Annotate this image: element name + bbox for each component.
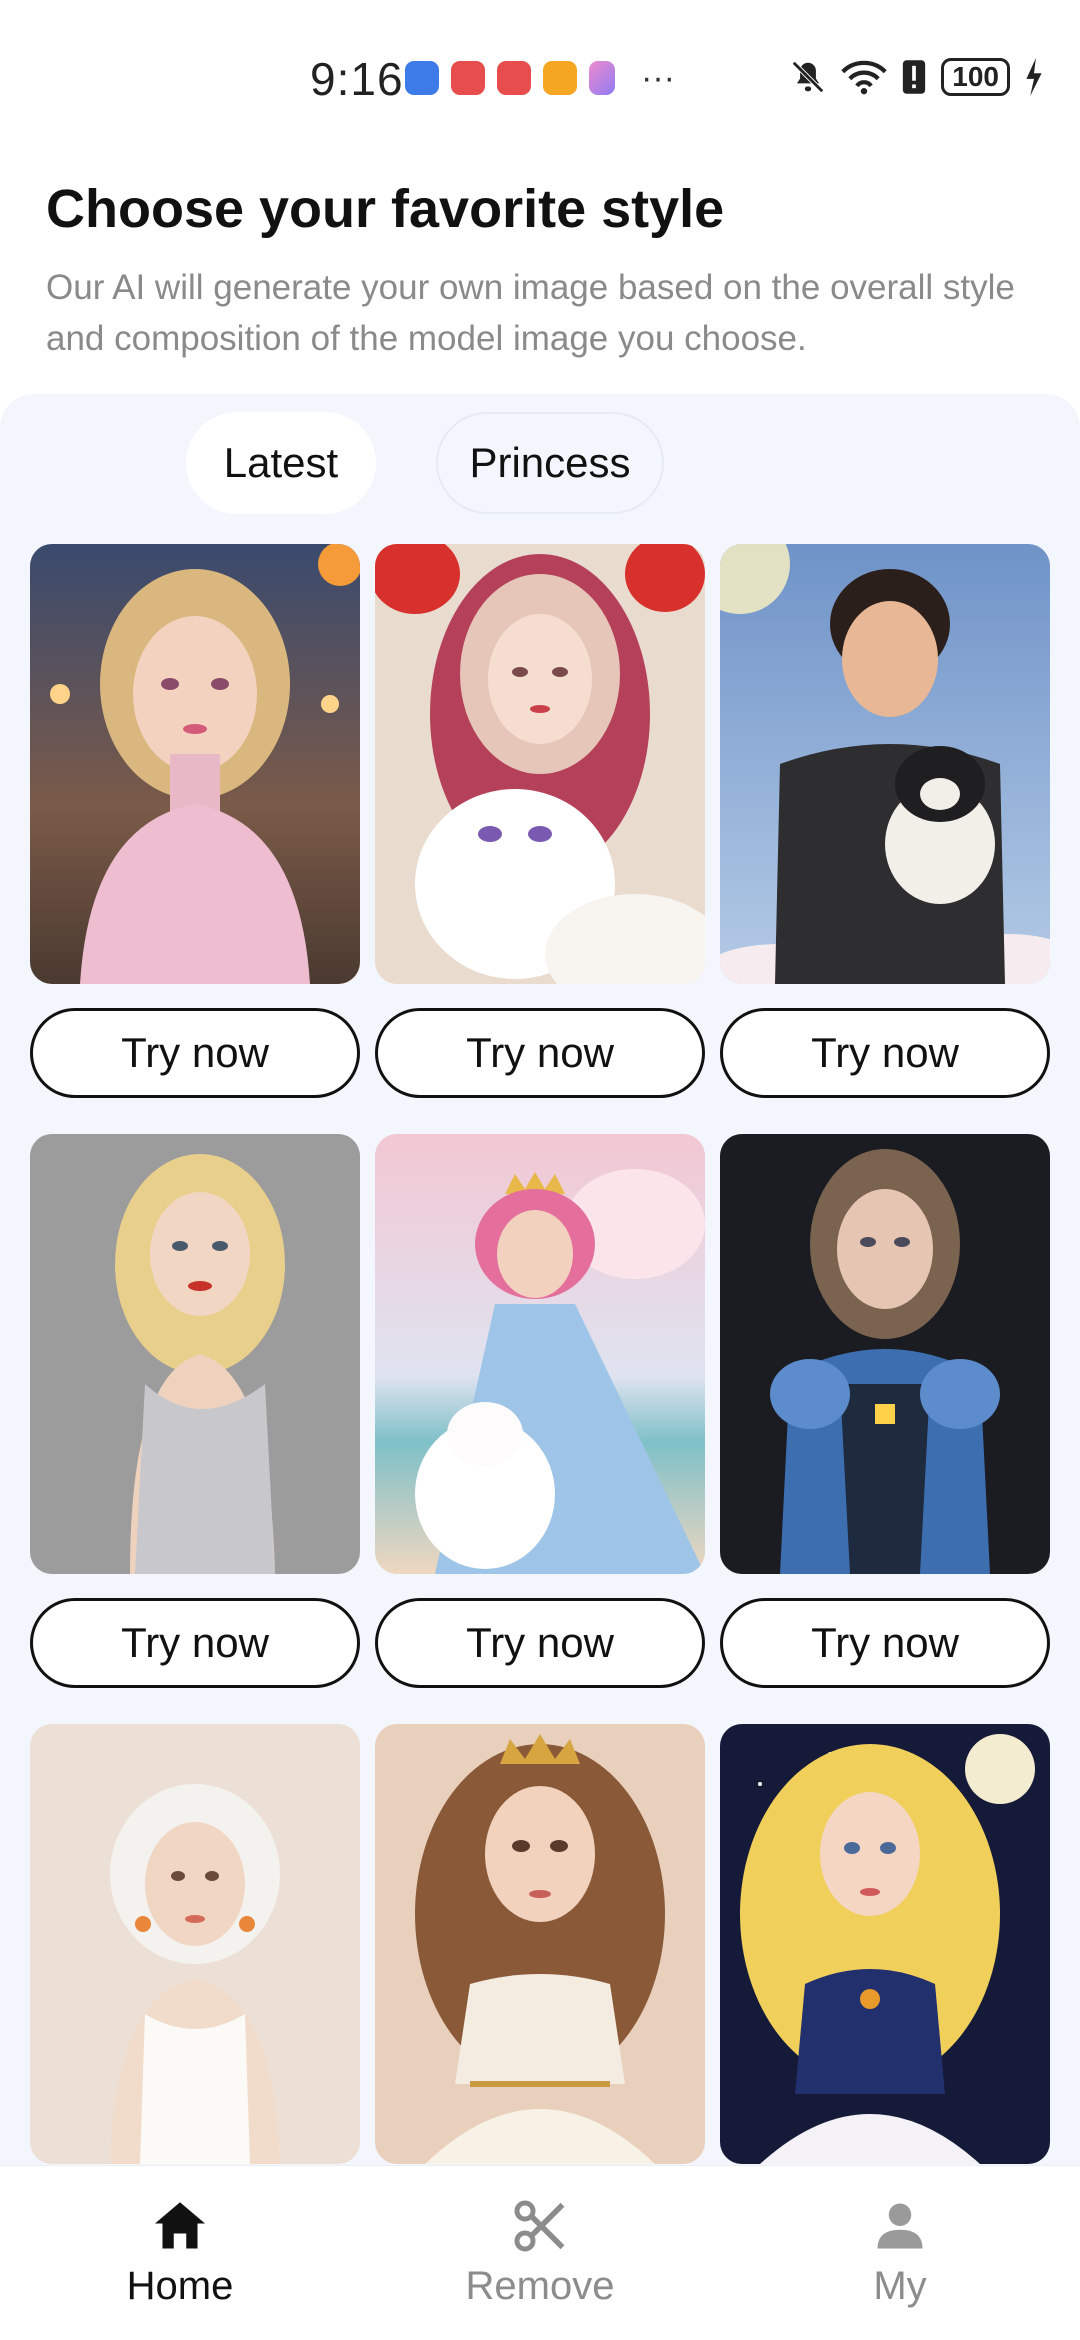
nav-home-label: Home [126,2264,234,2308]
more-notifications-icon: ··· [641,59,675,97]
orange-app-icon [543,61,577,95]
try-now-button[interactable]: Try now [720,1598,1050,1688]
nav-home[interactable]: Home [80,2196,280,2309]
style-card-white-hair-girl[interactable] [30,1724,360,2164]
home-icon [155,2202,205,2249]
usb-icon [405,61,439,95]
person-icon [877,2203,923,2249]
style-image [720,544,1050,984]
nav-remove[interactable]: Remove [440,2196,640,2309]
style-card-pink-top-girl[interactable] [30,544,360,984]
style-card-crowned-princess[interactable] [375,1724,705,2164]
battery-level: 100 [941,58,1010,96]
style-image [720,1724,1050,2164]
huawei-app-icon [451,61,485,95]
wifi-icon [841,60,888,95]
style-image [30,1724,360,2164]
style-image [375,544,705,984]
huawei-app-icon [497,61,531,95]
tab-princess[interactable]: Princess [436,412,664,514]
style-image [375,1134,705,1574]
try-now-button[interactable]: Try now [30,1598,360,1688]
notification-icons: ··· [405,61,675,95]
try-now-button[interactable]: Try now [375,1008,705,1098]
system-indicators: 100 [789,58,1044,96]
gradient-app-icon [589,61,615,95]
style-image [30,1134,360,1574]
try-now-button[interactable]: Try now [720,1008,1050,1098]
page-subtitle: Our AI will generate your own image base… [46,268,1015,358]
scissors-icon [514,2200,565,2252]
style-image [375,1724,705,2164]
status-time: 9:16 [310,53,404,105]
style-card-robot-armor-girl[interactable] [720,1134,1050,1574]
sim-alert-icon [903,60,926,94]
nav-remove-label: Remove [465,2264,615,2308]
style-card-girl-with-white-cat[interactable] [375,544,705,984]
style-card-sailor-girl-moon[interactable] [720,1724,1050,2164]
charging-icon [1026,58,1042,96]
style-image [30,544,360,984]
nav-my[interactable]: My [800,2196,1000,2309]
status-bar: 9:16 ··· 100 [0,0,1080,160]
style-card-princess-on-beach[interactable] [375,1134,705,1574]
mute-bell-icon [792,61,825,93]
page-title: Choose your favorite style [46,179,725,239]
bottom-navigation: Home Remove My [0,2165,1080,2340]
style-image [720,1134,1050,1574]
style-card-boy-with-plush[interactable] [720,544,1050,984]
nav-my-label: My [873,2264,927,2308]
try-now-button[interactable]: Try now [375,1598,705,1688]
tab-latest[interactable]: Latest [186,412,376,514]
style-card-silver-dress-girl[interactable] [30,1134,360,1574]
try-now-button[interactable]: Try now [30,1008,360,1098]
